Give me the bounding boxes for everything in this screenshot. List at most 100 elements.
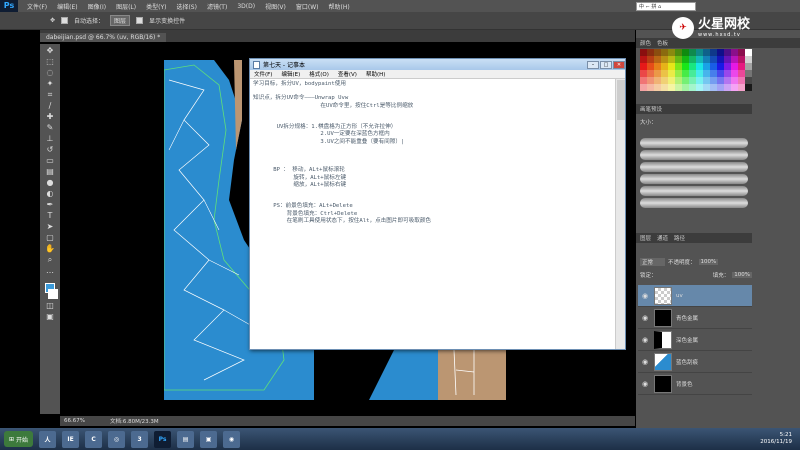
notepad-text-area[interactable]: 学习目标，拆分UV，bodypaint使用 知识点，拆分UV命令———Unwra…: [253, 81, 615, 347]
tab-paths[interactable]: 路径: [674, 234, 685, 242]
notepad-titlebar[interactable]: 第七天 - 记事本 – □ ✕: [250, 59, 625, 70]
color-swatch[interactable]: [696, 56, 703, 63]
color-swatch[interactable]: [661, 56, 668, 63]
crop-icon[interactable]: ⌗: [44, 90, 56, 99]
taskbar-photoshop-icon[interactable]: Ps: [154, 430, 172, 448]
tab-layers[interactable]: 图层: [640, 234, 651, 242]
show-transform-checkbox[interactable]: [136, 17, 144, 24]
color-swatch[interactable]: [745, 63, 752, 70]
color-swatch[interactable]: [696, 49, 703, 56]
menu-view[interactable]: 视图(V): [260, 2, 291, 11]
document-tab[interactable]: dabeijian.psd @ 66.7% (uv, RGB/16) *: [40, 33, 167, 42]
layer-row[interactable]: ◉ 深色金属: [638, 329, 752, 351]
color-swatch[interactable]: [745, 84, 752, 91]
color-swatch[interactable]: [668, 77, 675, 84]
fill-input[interactable]: 100%: [732, 272, 752, 278]
color-swatch[interactable]: [647, 70, 654, 77]
brush-preset[interactable]: [640, 162, 748, 172]
taskbar-app-icon[interactable]: ▣: [200, 430, 218, 448]
color-swatch[interactable]: [724, 56, 731, 63]
notepad-menu-help[interactable]: 帮助(H): [366, 70, 385, 78]
color-swatch[interactable]: [640, 63, 647, 70]
tab-color[interactable]: 颜色: [640, 39, 651, 47]
color-swatch[interactable]: [703, 77, 710, 84]
healing-icon[interactable]: ✚: [44, 112, 56, 121]
color-swatch[interactable]: [668, 70, 675, 77]
color-swatch[interactable]: [661, 49, 668, 56]
color-swatch[interactable]: [717, 84, 724, 91]
brush-icon[interactable]: ✎: [44, 123, 56, 132]
taskbar-app-icon[interactable]: 3: [131, 430, 149, 448]
brush-preset[interactable]: [640, 186, 748, 196]
color-swatch[interactable]: [731, 49, 738, 56]
color-swatch[interactable]: [696, 77, 703, 84]
color-swatch[interactable]: [654, 49, 661, 56]
notepad-window[interactable]: 第七天 - 记事本 – □ ✕ 文件(F) 编辑(E) 格式(O) 查看(V) …: [249, 58, 626, 350]
brush-preset[interactable]: [640, 138, 748, 148]
color-swatch[interactable]: [689, 49, 696, 56]
shape-icon[interactable]: ▢: [44, 233, 56, 242]
color-swatch[interactable]: [682, 56, 689, 63]
color-swatch[interactable]: [661, 77, 668, 84]
color-swatch[interactable]: [696, 70, 703, 77]
type-icon[interactable]: T: [44, 211, 56, 220]
tab-swatches[interactable]: 色板: [657, 39, 668, 47]
layer-row[interactable]: ◉ 青色金属: [638, 307, 752, 329]
color-swatch[interactable]: [654, 84, 661, 91]
eye-icon[interactable]: ◉: [642, 358, 650, 366]
color-swatch[interactable]: [724, 84, 731, 91]
color-swatch[interactable]: [661, 63, 668, 70]
background-color-swatch[interactable]: [48, 289, 58, 299]
blend-mode-dropdown[interactable]: 正常: [640, 258, 666, 266]
eye-icon[interactable]: ◉: [642, 380, 650, 388]
color-swatch[interactable]: [654, 63, 661, 70]
dodge-icon[interactable]: ◐: [44, 189, 56, 198]
menu-select[interactable]: 选择(S): [171, 2, 202, 11]
color-swatch[interactable]: [731, 56, 738, 63]
eye-icon[interactable]: ◉: [642, 292, 650, 300]
color-swatch[interactable]: [724, 49, 731, 56]
color-swatch[interactable]: [703, 70, 710, 77]
magic-wand-icon[interactable]: ✦: [44, 79, 56, 88]
color-swatch[interactable]: [710, 84, 717, 91]
color-swatch[interactable]: [731, 77, 738, 84]
color-swatch[interactable]: [689, 70, 696, 77]
color-swatch[interactable]: [738, 63, 745, 70]
color-swatch[interactable]: [703, 56, 710, 63]
color-swatch[interactable]: [675, 70, 682, 77]
color-swatch[interactable]: [640, 77, 647, 84]
menu-edit[interactable]: 编辑(E): [52, 2, 82, 11]
menu-type[interactable]: 类型(Y): [141, 2, 171, 11]
color-swatch[interactable]: [710, 70, 717, 77]
auto-select-checkbox[interactable]: [61, 17, 69, 24]
color-swatch[interactable]: [661, 84, 668, 91]
color-swatch[interactable]: [689, 77, 696, 84]
more-icon[interactable]: …: [44, 266, 56, 275]
layer-row[interactable]: ◉ uv: [638, 285, 752, 307]
taskbar-app-icon[interactable]: IE: [62, 430, 80, 448]
color-swatch[interactable]: [675, 49, 682, 56]
color-swatch[interactable]: [689, 63, 696, 70]
color-swatch[interactable]: [682, 77, 689, 84]
color-swatch[interactable]: [654, 77, 661, 84]
brush-preset-list[interactable]: [636, 136, 752, 210]
color-swatch[interactable]: [640, 70, 647, 77]
zoom-readout[interactable]: 66.67%: [64, 418, 85, 424]
ime-toolbar[interactable]: 中 ⌐ 拼 ⌂: [636, 2, 696, 11]
blur-icon[interactable]: ●: [44, 178, 56, 187]
brush-preset[interactable]: [640, 198, 748, 208]
stamp-icon[interactable]: ⊥: [44, 134, 56, 143]
eyedropper-icon[interactable]: ∕: [44, 101, 56, 110]
notepad-menu-format[interactable]: 格式(O): [309, 70, 329, 78]
brush-preset[interactable]: [640, 150, 748, 160]
color-swatch[interactable]: [647, 56, 654, 63]
menu-layer[interactable]: 图层(L): [111, 2, 141, 11]
menu-file[interactable]: 文件(F): [22, 2, 52, 11]
color-swatch[interactable]: [738, 77, 745, 84]
menu-window[interactable]: 窗口(W): [291, 2, 324, 11]
lasso-icon[interactable]: ◌: [44, 68, 56, 77]
color-swatch[interactable]: [717, 70, 724, 77]
gradient-icon[interactable]: ▤: [44, 167, 56, 176]
maximize-button[interactable]: □: [600, 60, 612, 69]
color-swatch[interactable]: [647, 84, 654, 91]
